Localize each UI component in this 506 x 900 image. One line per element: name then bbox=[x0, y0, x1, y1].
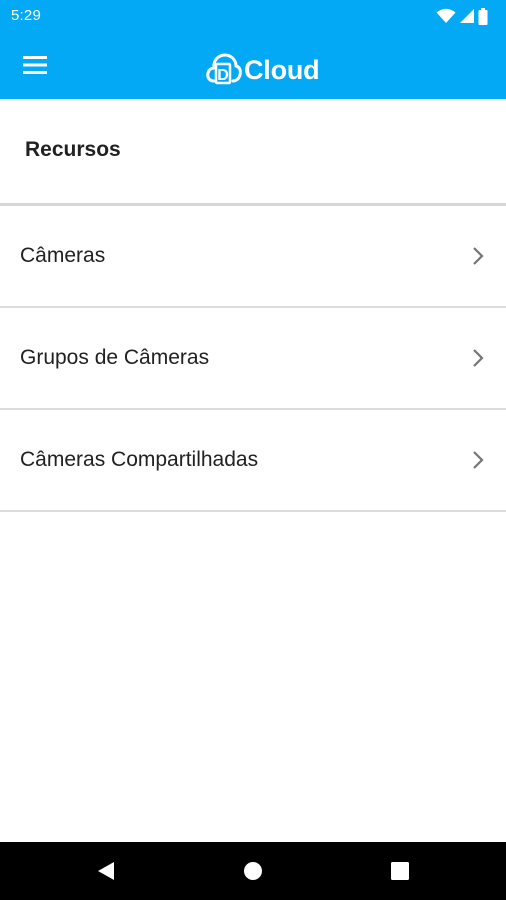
home-icon bbox=[244, 862, 262, 880]
app-bar: D Cloud bbox=[0, 33, 506, 99]
system-nav-bar bbox=[0, 842, 506, 900]
app-logo: D Cloud bbox=[206, 43, 320, 89]
list-item-label: Câmeras Compartilhadas bbox=[20, 448, 259, 471]
wifi-icon bbox=[436, 8, 456, 23]
back-button[interactable] bbox=[91, 856, 121, 886]
chevron-right-icon bbox=[473, 451, 484, 469]
recents-button[interactable] bbox=[385, 856, 415, 886]
cloud-logo-icon: D bbox=[206, 53, 242, 85]
list-item-cameras[interactable]: Câmeras bbox=[0, 206, 506, 308]
chevron-right-icon bbox=[473, 349, 484, 367]
status-icons bbox=[436, 6, 488, 26]
main-content: Recursos Câmeras Grupos de Câmeras Câmer… bbox=[0, 99, 506, 842]
home-button[interactable] bbox=[238, 856, 268, 886]
list-item-label: Grupos de Câmeras bbox=[20, 346, 210, 369]
list-item-camera-groups[interactable]: Grupos de Câmeras bbox=[0, 308, 506, 410]
logo-mark: D bbox=[217, 67, 229, 84]
recents-icon bbox=[391, 862, 409, 880]
section-title: Recursos bbox=[25, 138, 121, 161]
list-item-shared-cameras[interactable]: Câmeras Compartilhadas bbox=[0, 410, 506, 512]
list-item-label: Câmeras bbox=[20, 244, 106, 267]
status-bar: 5:29 bbox=[0, 0, 506, 33]
menu-button[interactable] bbox=[14, 45, 56, 85]
battery-icon bbox=[478, 7, 488, 25]
hamburger-menu-icon bbox=[23, 56, 47, 74]
logo-text: Cloud bbox=[244, 54, 320, 85]
section-header: Recursos bbox=[0, 99, 506, 206]
status-time: 5:29 bbox=[11, 7, 41, 24]
back-icon bbox=[98, 862, 114, 880]
cell-signal-icon bbox=[460, 9, 474, 23]
chevron-right-icon bbox=[473, 247, 484, 265]
